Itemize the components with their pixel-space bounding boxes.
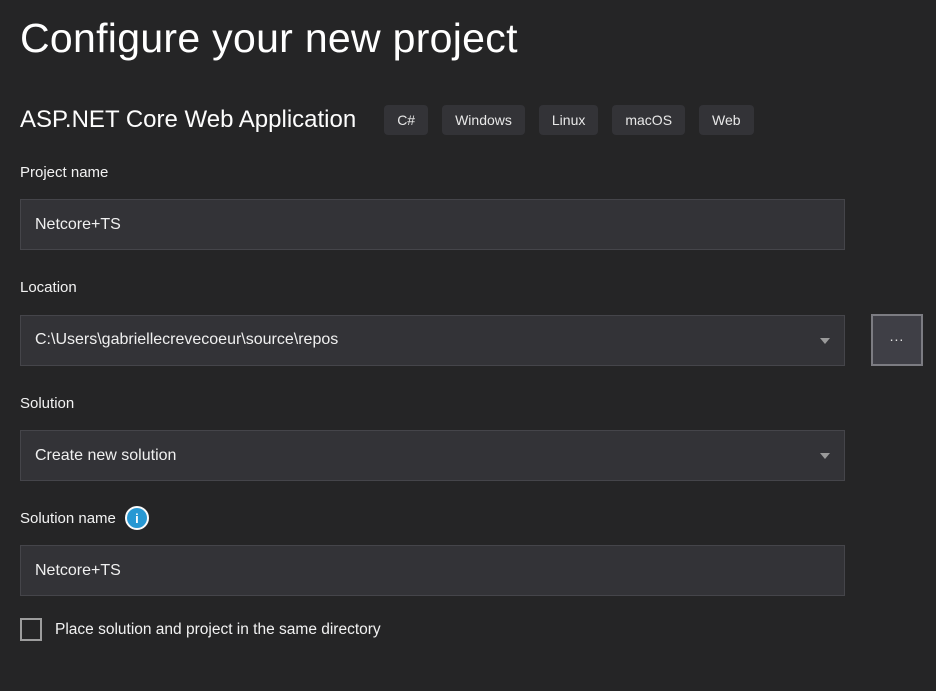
browse-button[interactable]: ... bbox=[871, 314, 923, 366]
tag-csharp: C# bbox=[384, 105, 428, 135]
tag-windows: Windows bbox=[442, 105, 525, 135]
location-combobox[interactable]: C:\Users\gabriellecrevecoeur\source\repo… bbox=[20, 315, 845, 366]
tag-linux: Linux bbox=[539, 105, 598, 135]
location-value: C:\Users\gabriellecrevecoeur\source\repo… bbox=[35, 331, 338, 349]
solution-name-label: Solution name bbox=[20, 510, 116, 527]
template-name: ASP.NET Core Web Application bbox=[20, 106, 356, 134]
project-name-label: Project name bbox=[20, 160, 936, 184]
same-directory-label: Place solution and project in the same d… bbox=[55, 621, 381, 639]
location-label: Location bbox=[20, 275, 936, 299]
solution-field: Solution Create new solution bbox=[20, 391, 936, 481]
location-row: C:\Users\gabriellecrevecoeur\source\repo… bbox=[20, 299, 936, 366]
project-name-input[interactable] bbox=[20, 199, 845, 250]
solution-name-input[interactable] bbox=[20, 545, 845, 596]
same-directory-checkbox[interactable] bbox=[20, 618, 42, 641]
configure-project-dialog: Configure your new project ASP.NET Core … bbox=[0, 0, 936, 641]
info-icon[interactable]: i bbox=[125, 506, 149, 530]
solution-label: Solution bbox=[20, 391, 936, 415]
tag-web: Web bbox=[699, 105, 754, 135]
chevron-down-icon bbox=[820, 453, 830, 459]
solution-name-field: Solution name i bbox=[20, 506, 936, 596]
location-field: Location C:\Users\gabriellecrevecoeur\so… bbox=[20, 275, 936, 366]
chevron-down-icon bbox=[820, 338, 830, 344]
solution-dropdown[interactable]: Create new solution bbox=[20, 430, 845, 481]
same-directory-option: Place solution and project in the same d… bbox=[20, 618, 936, 641]
solution-value: Create new solution bbox=[35, 447, 176, 465]
page-title: Configure your new project bbox=[20, 14, 936, 63]
project-name-field: Project name bbox=[20, 160, 936, 250]
tag-macos: macOS bbox=[612, 105, 685, 135]
template-header: ASP.NET Core Web Application C# Windows … bbox=[20, 105, 936, 135]
solution-name-label-row: Solution name i bbox=[20, 506, 936, 530]
template-tags: C# Windows Linux macOS Web bbox=[384, 105, 753, 135]
